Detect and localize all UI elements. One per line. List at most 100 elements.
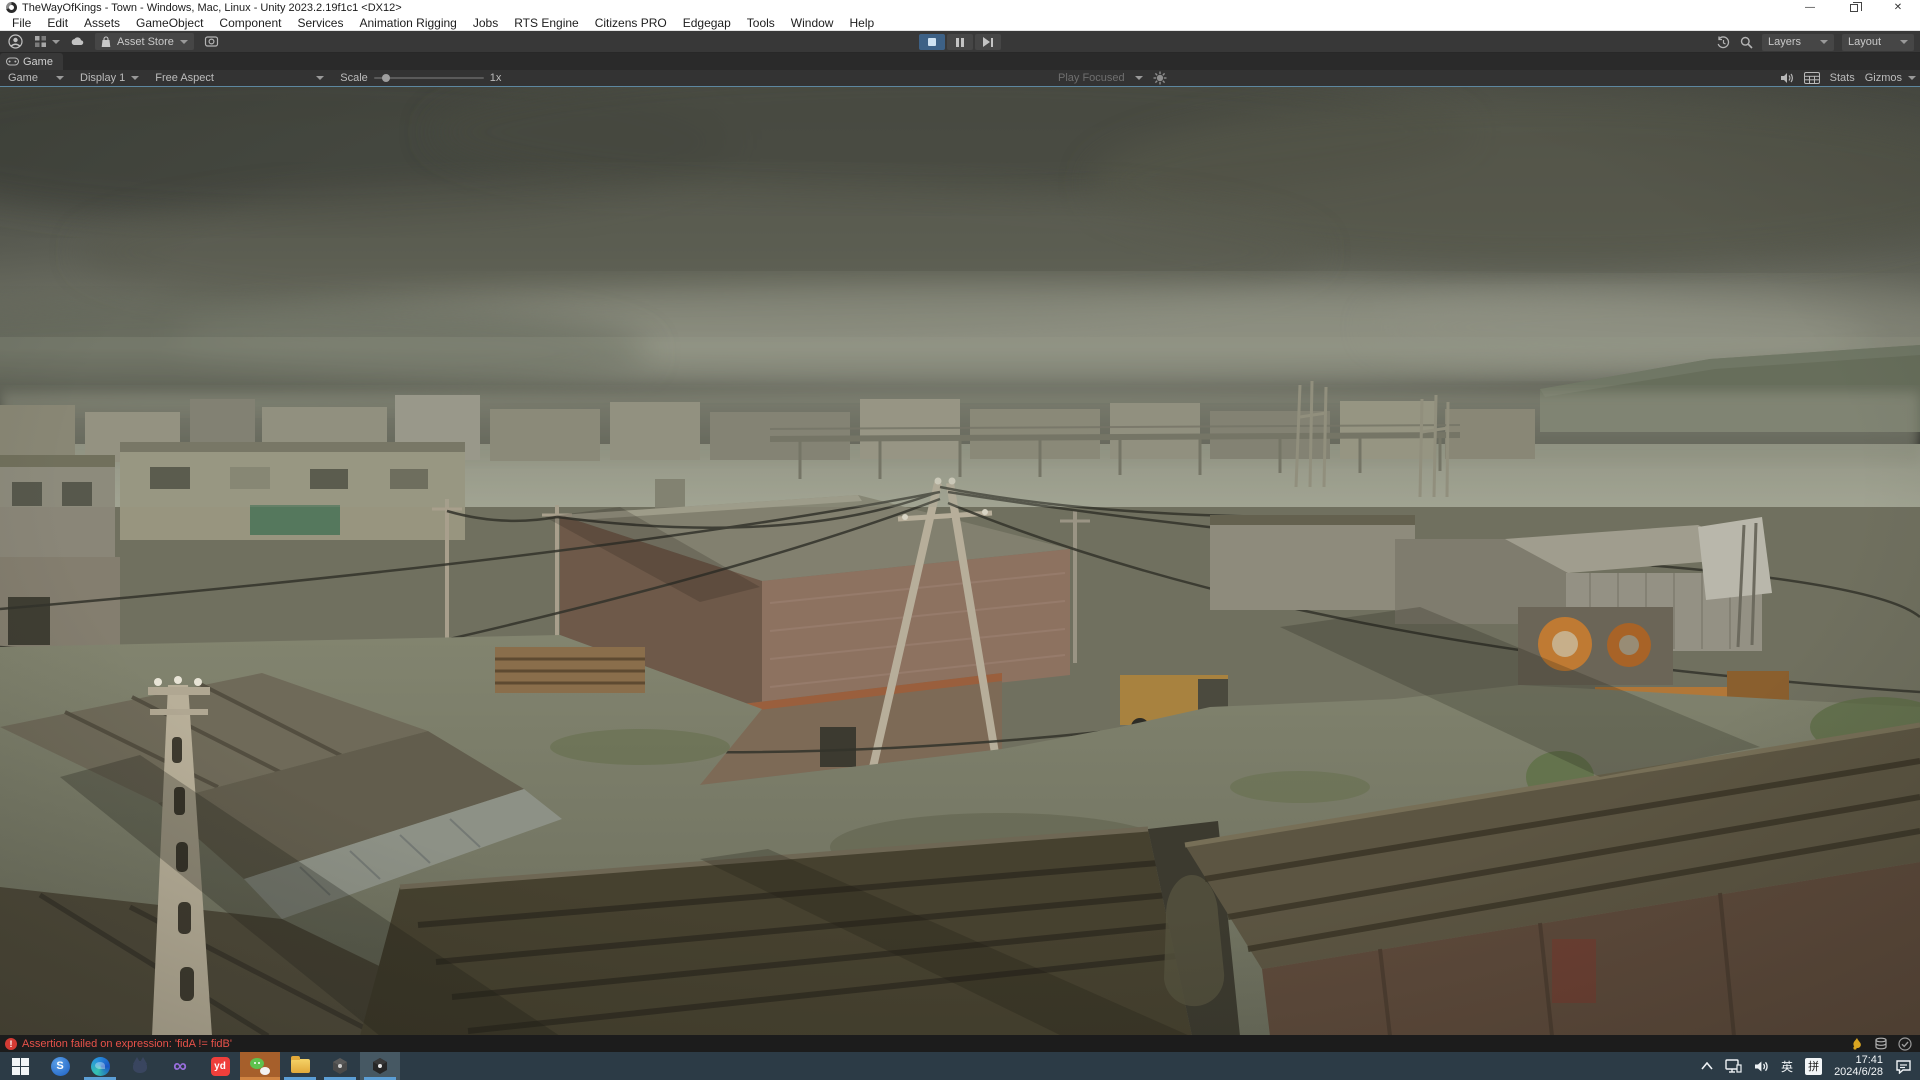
status-error-message[interactable]: Assertion failed on expression: 'fidA !=… xyxy=(22,1038,232,1050)
step-button[interactable] xyxy=(975,34,1001,50)
hot-reload-icon[interactable] xyxy=(1850,1037,1864,1051)
layers-label: Layers xyxy=(1768,36,1801,48)
menu-file[interactable]: File xyxy=(4,16,39,30)
menu-component[interactable]: Component xyxy=(211,16,289,30)
network-icon[interactable] xyxy=(1725,1059,1742,1073)
volume-icon[interactable] xyxy=(1754,1060,1769,1073)
minimize-button[interactable]: — xyxy=(1788,0,1832,15)
taskbar-app-cat[interactable] xyxy=(120,1052,160,1080)
menu-citizens-pro[interactable]: Citizens PRO xyxy=(587,16,675,30)
clock-date: 2024/6/28 xyxy=(1834,1066,1883,1078)
game-mode-dropdown[interactable]: Game xyxy=(0,70,72,86)
restore-button[interactable] xyxy=(1832,0,1876,15)
taskbar-app-edge[interactable] xyxy=(80,1052,120,1080)
taskbar-app-youdao[interactable]: yd xyxy=(200,1052,240,1080)
gizmos-label: Gizmos xyxy=(1865,72,1902,84)
gizmos-dropdown[interactable]: Gizmos xyxy=(1865,72,1916,84)
folder-icon xyxy=(291,1059,310,1073)
menu-gameobject[interactable]: GameObject xyxy=(128,16,211,30)
account-icon[interactable] xyxy=(8,34,23,49)
system-tray: 英 拼 17:41 2024/6/28 xyxy=(1701,1052,1920,1080)
unity-logo-icon xyxy=(6,2,17,13)
restore-icon xyxy=(1850,4,1858,12)
menu-window[interactable]: Window xyxy=(783,16,842,30)
main-toolbar: Asset Store Layers xyxy=(0,31,1920,53)
asset-store-button[interactable]: Asset Store xyxy=(95,33,194,50)
windows-logo-icon xyxy=(12,1058,29,1075)
asset-store-label: Asset Store xyxy=(117,36,174,48)
taskbar-app-visual-studio[interactable]: ∞ xyxy=(160,1052,200,1080)
menu-services[interactable]: Services xyxy=(289,16,351,30)
close-button[interactable]: ✕ xyxy=(1876,0,1920,15)
scale-slider-knob[interactable] xyxy=(382,74,390,82)
title-bar: TheWayOfKings - Town - Windows, Mac, Lin… xyxy=(0,0,1920,15)
play-focused-dropdown[interactable]: Play Focused xyxy=(1058,71,1167,85)
scale-control: Scale 1x xyxy=(332,70,509,86)
start-button[interactable] xyxy=(0,1052,40,1080)
menu-assets[interactable]: Assets xyxy=(76,16,128,30)
grid-icon[interactable] xyxy=(1804,72,1820,84)
search-icon[interactable] xyxy=(1739,35,1754,50)
gear-icon[interactable] xyxy=(1153,71,1167,85)
chevron-down-icon xyxy=(131,76,139,80)
aspect-ratio-dropdown[interactable]: Free Aspect xyxy=(147,70,332,86)
display-dropdown[interactable]: Display 1 xyxy=(72,70,147,86)
pause-button[interactable] xyxy=(947,34,973,50)
taskbar-clock[interactable]: 17:41 2024/6/28 xyxy=(1834,1054,1883,1078)
progress-check-icon[interactable] xyxy=(1898,1037,1912,1051)
tab-game-label: Game xyxy=(23,56,53,68)
scale-slider[interactable] xyxy=(374,77,484,79)
layers-dropdown[interactable]: Layers xyxy=(1762,34,1834,51)
unity-editor-window: TheWayOfKings - Town - Windows, Mac, Lin… xyxy=(0,0,1920,1080)
stats-toggle[interactable]: Stats xyxy=(1830,72,1855,84)
wechat-icon xyxy=(250,1057,270,1075)
youdao-icon: yd xyxy=(211,1057,230,1076)
error-icon: ! xyxy=(5,1038,17,1050)
ime-mode-indicator[interactable]: 拼 xyxy=(1805,1058,1822,1075)
taskbar-app-unity-active[interactable] xyxy=(360,1052,400,1080)
version-control-button[interactable] xyxy=(33,34,60,49)
pause-icon xyxy=(956,38,964,47)
version-control-icon xyxy=(33,34,48,49)
camera-icon[interactable] xyxy=(204,34,219,49)
menu-jobs[interactable]: Jobs xyxy=(465,16,506,30)
taskbar-app-s[interactable]: S xyxy=(40,1052,80,1080)
game-view-toolbar: Game Display 1 Free Aspect Scale 1x Play… xyxy=(0,70,1920,86)
tray-expand-icon[interactable] xyxy=(1701,1062,1713,1070)
taskbar-app-unity[interactable] xyxy=(320,1052,360,1080)
menu-tools[interactable]: Tools xyxy=(739,16,783,30)
scale-value: 1x xyxy=(490,72,502,84)
taskbar-app-explorer[interactable] xyxy=(280,1052,320,1080)
chevron-down-icon xyxy=(1820,40,1828,44)
cat-app-icon xyxy=(131,1058,149,1074)
menu-animation-rigging[interactable]: Animation Rigging xyxy=(351,16,464,30)
taskbar-app-wechat[interactable] xyxy=(240,1052,280,1080)
ime-language-indicator[interactable]: 英 xyxy=(1781,1058,1793,1075)
mute-audio-icon[interactable] xyxy=(1780,72,1794,84)
tab-strip: Game xyxy=(0,53,1920,70)
play-controls xyxy=(919,34,1001,50)
layout-dropdown[interactable]: Layout xyxy=(1842,34,1914,51)
play-button[interactable] xyxy=(919,34,945,50)
window-title: TheWayOfKings - Town - Windows, Mac, Lin… xyxy=(22,2,402,14)
cloud-icon[interactable] xyxy=(70,34,85,49)
shopping-bag-icon xyxy=(101,36,111,48)
game-scene xyxy=(0,87,1920,1035)
s-app-icon: S xyxy=(51,1057,70,1076)
unity-cube-icon xyxy=(331,1057,349,1075)
menu-rts-engine[interactable]: RTS Engine xyxy=(506,16,586,30)
chevron-down-icon xyxy=(52,40,60,44)
undo-history-icon[interactable] xyxy=(1716,35,1731,50)
cache-server-icon[interactable] xyxy=(1874,1037,1888,1051)
layout-label: Layout xyxy=(1848,36,1881,48)
game-viewport[interactable] xyxy=(0,86,1920,1035)
play-focused-label: Play Focused xyxy=(1058,72,1125,84)
menu-edgegap[interactable]: Edgegap xyxy=(675,16,739,30)
menu-help[interactable]: Help xyxy=(841,16,882,30)
chevron-down-icon xyxy=(56,76,64,80)
chevron-down-icon xyxy=(180,40,188,44)
play-active-icon xyxy=(928,38,936,46)
tab-game[interactable]: Game xyxy=(0,53,63,70)
menu-edit[interactable]: Edit xyxy=(39,16,76,30)
notification-center-icon[interactable] xyxy=(1895,1059,1912,1074)
